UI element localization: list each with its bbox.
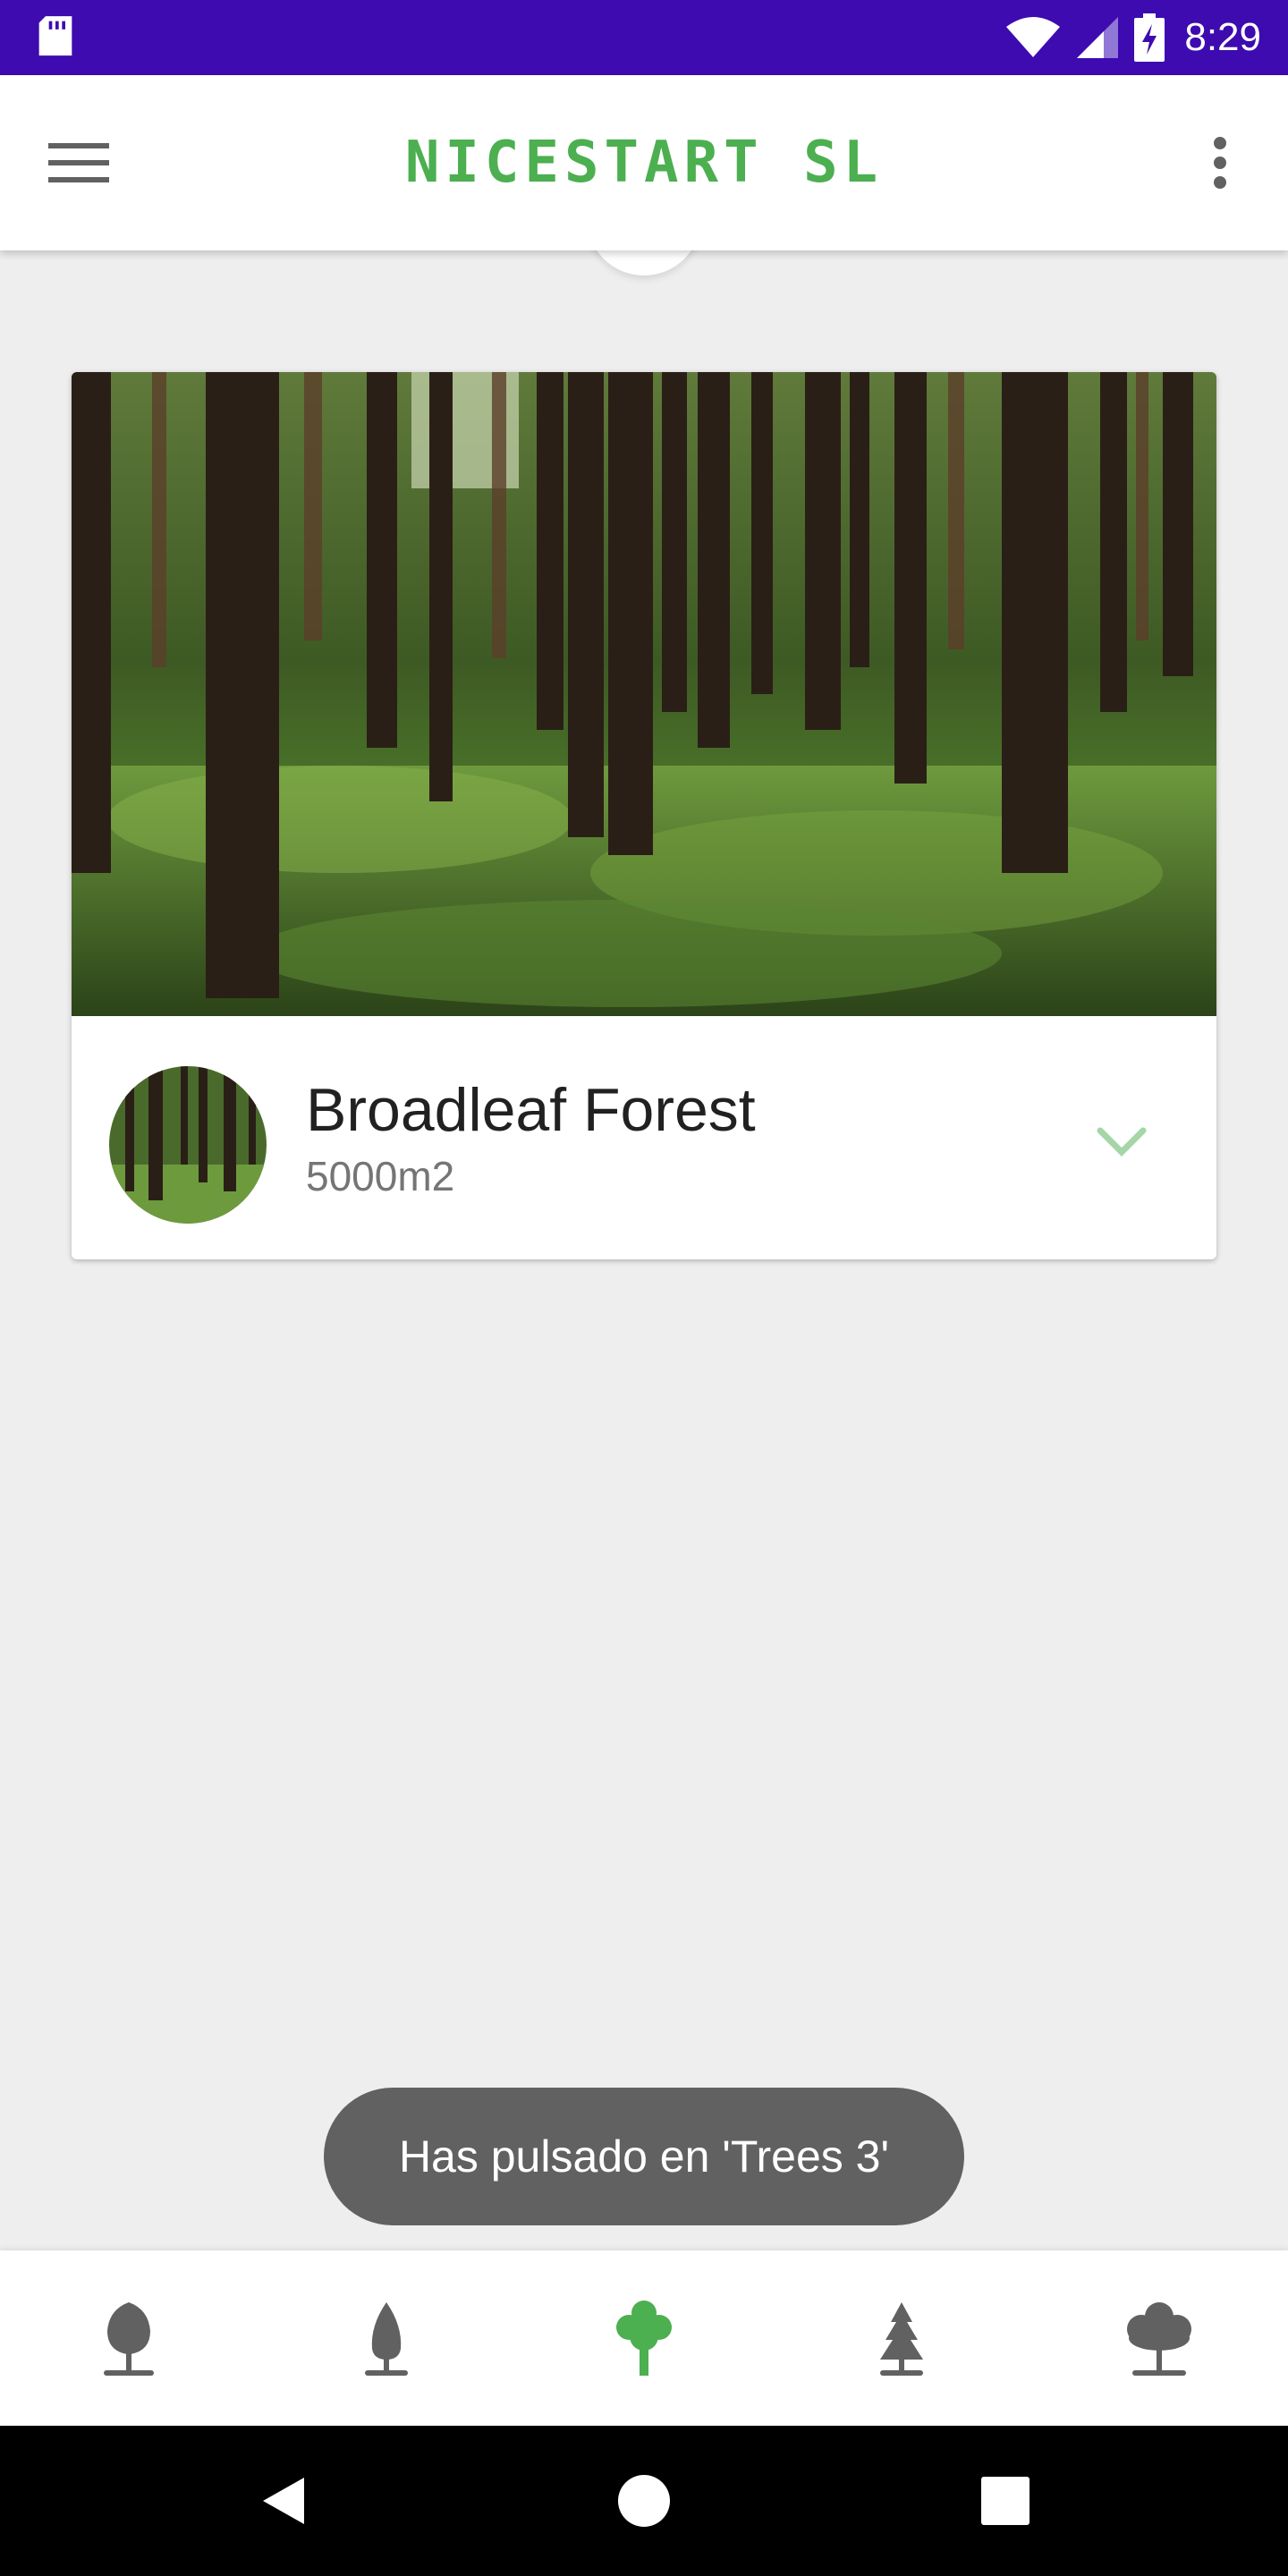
expand-button[interactable]: [1077, 1097, 1166, 1186]
card-title: Broadleaf Forest: [306, 1076, 756, 1144]
tree-4-icon: [880, 2302, 923, 2376]
tree-5-icon: [1127, 2302, 1191, 2376]
nav-item-trees-5[interactable]: [1030, 2250, 1288, 2426]
status-bar: 8:29: [0, 0, 1288, 75]
bottom-navigation: [0, 2250, 1288, 2426]
recents-icon: [981, 2477, 1030, 2525]
nav-item-trees-3[interactable]: [515, 2250, 773, 2426]
forest-image: [72, 372, 1216, 1016]
avatar: [109, 1066, 267, 1224]
nav-item-trees-1[interactable]: [0, 2250, 258, 2426]
nav-item-trees-4[interactable]: [773, 2250, 1030, 2426]
system-navigation-bar: [0, 2426, 1288, 2576]
forest-card[interactable]: Broadleaf Forest 5000m2: [72, 372, 1216, 1259]
back-button[interactable]: [247, 2465, 318, 2537]
sd-card-icon: [38, 16, 72, 56]
app-title: NICESTART SL: [404, 130, 884, 196]
recents-button[interactable]: [970, 2465, 1041, 2537]
tree-2-icon: [365, 2302, 408, 2376]
toast-message: Has pulsado en 'Trees 3': [324, 2088, 964, 2225]
more-options-button[interactable]: [1184, 127, 1256, 199]
nav-item-trees-2[interactable]: [258, 2250, 515, 2426]
status-time: 8:29: [1184, 15, 1261, 59]
home-icon: [618, 2475, 670, 2527]
card-footer: Broadleaf Forest 5000m2: [72, 1016, 1216, 1259]
more-vert-icon: [1214, 137, 1226, 189]
battery-charging-icon: [1134, 13, 1165, 62]
card-subtitle: 5000m2: [306, 1153, 455, 1199]
cell-signal-icon: [1077, 17, 1119, 58]
tree-3-icon: [616, 2301, 672, 2376]
home-button[interactable]: [608, 2465, 680, 2537]
app-bar: NICESTART SL: [0, 75, 1288, 250]
back-icon: [263, 2478, 304, 2524]
tree-1-icon: [104, 2302, 154, 2376]
wifi-icon: [1006, 17, 1061, 57]
chevron-down-icon: [1097, 1127, 1147, 1157]
